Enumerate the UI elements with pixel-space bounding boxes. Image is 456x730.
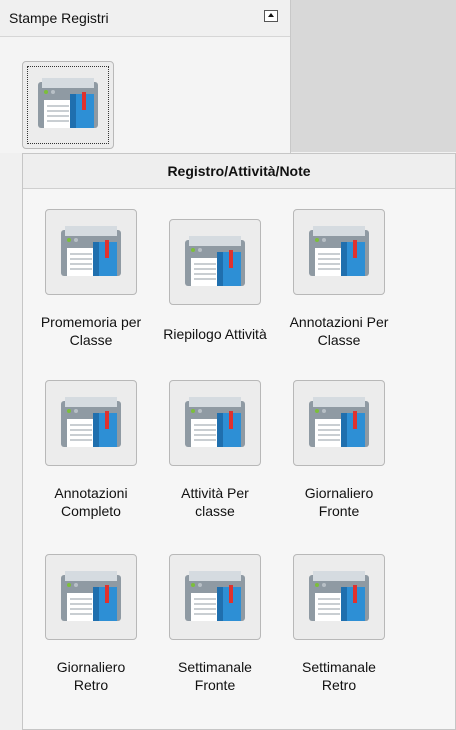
menu-item-giornaliero-retro[interactable]: Giornaliero Retro	[21, 554, 161, 694]
printer-icon	[185, 236, 245, 286]
giornaliero-fronte-button[interactable]	[293, 380, 385, 466]
content-area	[291, 0, 456, 152]
menu-item-attivita-per-classe[interactable]: Attività Per classe	[145, 380, 285, 520]
left-edge	[0, 153, 23, 730]
menu-item-annotazioni-per-classe[interactable]: Annotazioni Per Classe	[269, 209, 409, 349]
menu-item-label: Annotazioni Completo	[54, 485, 128, 519]
annotazioni-completo-button[interactable]	[45, 380, 137, 466]
menu-item-label: Annotazioni Per Classe	[289, 314, 389, 348]
printer-icon	[38, 78, 98, 128]
promemoria-per-classe-button[interactable]	[45, 209, 137, 295]
menu-item-label: Giornaliero Fronte	[304, 485, 374, 519]
printer-icon	[185, 571, 245, 621]
menu-item-label: Riepilogo Attività	[163, 326, 267, 342]
printer-icon	[309, 571, 369, 621]
settimanale-retro-button[interactable]	[293, 554, 385, 640]
menu-item-label: Promemoria per Classe	[40, 314, 142, 348]
popup-title: Registro/Attività/Note	[23, 154, 455, 189]
printer-icon	[61, 226, 121, 276]
riepilogo-attivita-button[interactable]	[169, 219, 261, 305]
menu-item-riepilogo-attivita[interactable]: Riepilogo Attività	[145, 219, 285, 343]
panel-header: Stampe Registri	[0, 0, 290, 37]
settimanale-fronte-button[interactable]	[169, 554, 261, 640]
panel-title: Stampe Registri	[9, 10, 109, 26]
printer-icon	[309, 397, 369, 447]
menu-item-annotazioni-completo[interactable]: Annotazioni Completo	[21, 380, 161, 520]
printer-icon	[61, 397, 121, 447]
attivita-per-classe-button[interactable]	[169, 380, 261, 466]
menu-item-promemoria-per-classe[interactable]: Promemoria per Classe	[21, 209, 161, 349]
printer-icon	[185, 397, 245, 447]
menu-item-label: Giornaliero Retro	[56, 659, 126, 693]
registro-popup-menu: Registro/Attività/Note Promemoria per Cl…	[22, 153, 456, 730]
printer-icon	[309, 226, 369, 276]
stampe-registri-button[interactable]	[22, 61, 114, 149]
menu-item-giornaliero-fronte[interactable]: Giornaliero Fronte	[269, 380, 409, 520]
menu-item-label: Settimanale Retro	[302, 659, 376, 693]
printer-icon	[61, 571, 121, 621]
giornaliero-retro-button[interactable]	[45, 554, 137, 640]
menu-item-settimanale-retro[interactable]: Settimanale Retro	[269, 554, 409, 694]
annotazioni-per-classe-button[interactable]	[293, 209, 385, 295]
collapse-arrow-icon[interactable]	[264, 10, 278, 22]
menu-item-label: Attività Per classe	[181, 485, 249, 519]
menu-item-label: Settimanale Fronte	[178, 659, 252, 693]
menu-item-settimanale-fronte[interactable]: Settimanale Fronte	[145, 554, 285, 694]
